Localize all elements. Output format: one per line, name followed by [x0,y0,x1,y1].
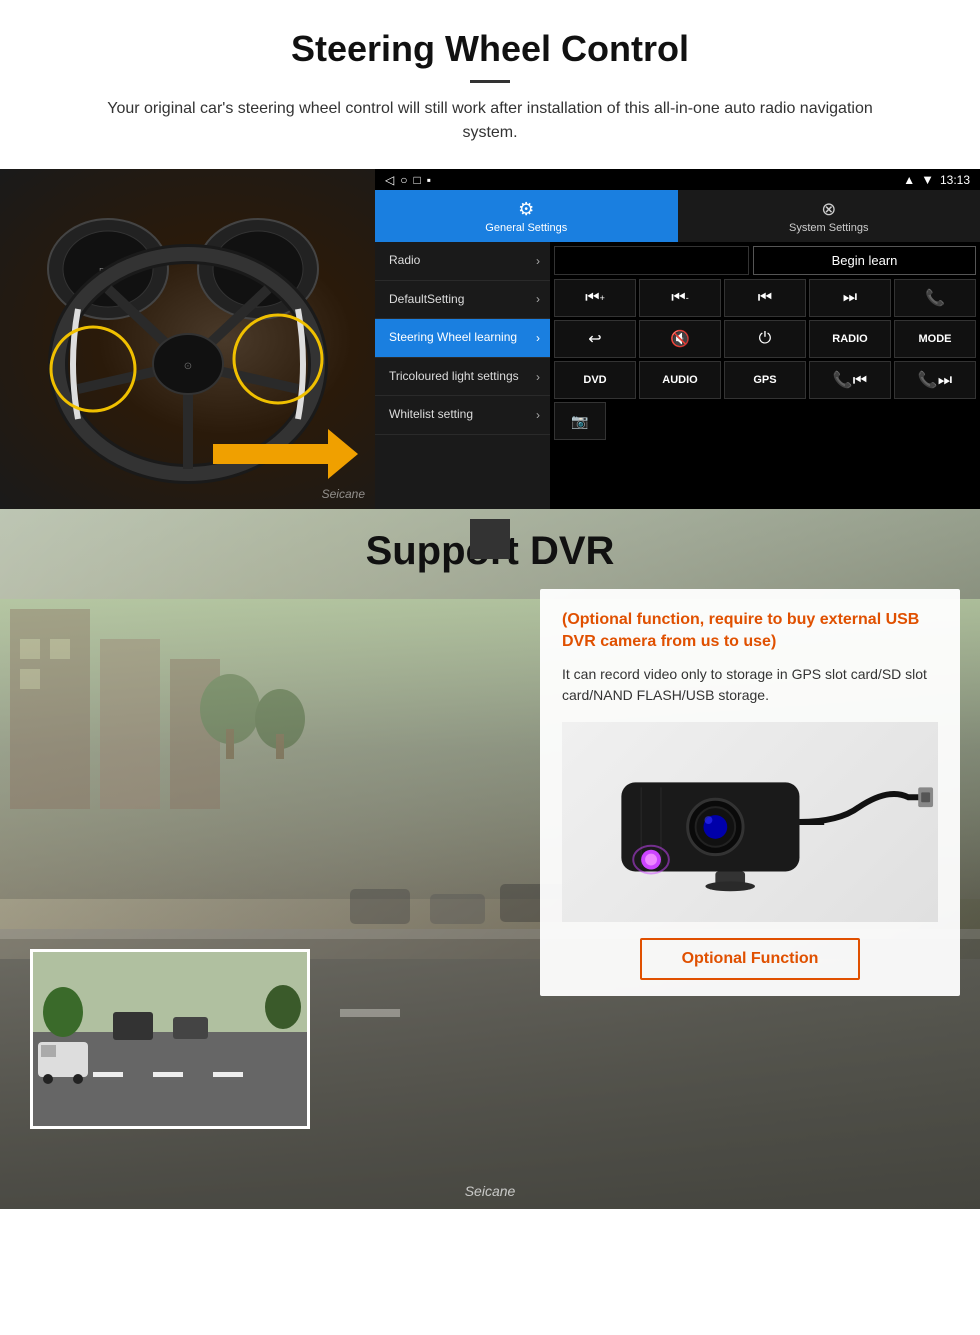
begin-learn-row: Begin learn [554,246,976,275]
radio-btn[interactable]: RADIO [809,320,891,358]
dvr-card-text: It can record video only to storage in G… [562,664,938,706]
status-time: 13:13 [940,173,970,187]
mode-btn[interactable]: MODE [894,320,976,358]
wifi-status-icon: ▼ [921,172,934,187]
control-grid-row1: ⏮+ ⏮- ⏮ ⏭ 📞 [554,279,976,317]
menu-item-tricoloured[interactable]: Tricoloured light settings › [375,358,550,397]
menu-item-whitelist[interactable]: Whitelist setting › [375,396,550,435]
section1-divider [470,80,510,83]
dvr-preview-inner [33,952,307,1126]
steering-wheel-image: RPM KM/H [0,169,375,509]
menu-item-radio[interactable]: Radio › [375,242,550,281]
begin-learn-button[interactable]: Begin learn [753,246,976,275]
system-icon: ⊗ [821,199,836,220]
prev-btn[interactable]: ⏮ [724,279,806,317]
camera-icon-btn[interactable]: 📷 [554,402,606,440]
dvr-section-header: Support DVR [0,509,980,594]
back-call-btn[interactable]: ↩ [554,320,636,358]
audio-btn[interactable]: AUDIO [639,361,721,399]
menu-list: Radio › DefaultSetting › Steering Wheel … [375,242,550,509]
chevron-right-icon-default: › [536,292,540,306]
tab-system-settings[interactable]: ⊗ System Settings [678,190,980,242]
nav-extra-icon: ▪ [427,173,431,187]
blank-cell [554,246,749,275]
optional-function-button[interactable]: Optional Function [640,938,861,980]
dvr-background: Support DVR [0,509,980,1209]
phone-next-btn[interactable]: 📞⏭ [894,361,976,399]
menu-steering-label: Steering Wheel learning [389,330,517,346]
dvr-preview-scene [33,952,310,1129]
tab-system-label: System Settings [789,222,868,234]
android-panel: ◁ ○ □ ▪ ▲ ▼ 13:13 ⚙ General Settings ⊗ S… [375,169,980,509]
menu-item-default[interactable]: DefaultSetting › [375,281,550,320]
gear-icon: ⚙ [518,199,534,220]
nav-back-icon: ◁ [385,173,394,187]
phone-btn[interactable]: 📞 [894,279,976,317]
chevron-right-icon-radio: › [536,254,540,268]
menu-default-label: DefaultSetting [389,292,464,308]
tab-general-label: General Settings [485,222,567,234]
menu-item-steering[interactable]: Steering Wheel learning › [375,319,550,358]
seicane-watermark-dvr: Seicane [465,1183,516,1199]
section1-description: Your original car's steering wheel contr… [80,97,900,145]
tab-general-settings[interactable]: ⚙ General Settings [375,190,678,242]
section1-title: Steering Wheel Control [40,28,940,70]
control-grid-row2: ↩ 🔇 ⏻ RADIO MODE [554,320,976,358]
android-tabs: ⚙ General Settings ⊗ System Settings [375,190,980,242]
android-body: Radio › DefaultSetting › Steering Wheel … [375,242,980,509]
mute-btn[interactable]: 🔇 [639,320,721,358]
android-statusbar: ◁ ○ □ ▪ ▲ ▼ 13:13 [375,169,980,190]
dvr-card-title: (Optional function, require to buy exter… [562,609,938,654]
chevron-right-icon-tricoloured: › [536,370,540,384]
steering-container: RPM KM/H [0,169,980,509]
nav-recent-icon: □ [413,173,420,187]
menu-tricoloured-label: Tricoloured light settings [389,369,519,385]
section1-header: Steering Wheel Control Your original car… [0,0,980,155]
chevron-right-icon-steering: › [536,331,540,345]
dvr-camera-illustration [562,722,938,922]
svg-text:⊙: ⊙ [183,361,191,372]
signal-icon: ▲ [903,173,915,187]
vol-up-btn[interactable]: ⏮+ [554,279,636,317]
control-grid-row3: DVD AUDIO GPS 📞⏮ 📞⏭ [554,361,976,399]
power-btn[interactable]: ⏻ [724,320,806,358]
vol-down-btn[interactable]: ⏮- [639,279,721,317]
nav-home-icon: ○ [400,173,407,187]
seicane-sw-watermark: Seicane [322,487,365,501]
dvr-camera-preview [30,949,310,1129]
chevron-right-icon-whitelist: › [536,408,540,422]
menu-radio-label: Radio [389,253,420,269]
phone-prev-btn[interactable]: 📞⏮ [809,361,891,399]
dvd-btn[interactable]: DVD [554,361,636,399]
dvr-info-card: (Optional function, require to buy exter… [540,589,960,996]
dvr-camera-svg [562,727,938,917]
dvr-divider [470,519,510,559]
controls-panel: Begin learn ⏮+ ⏮- ⏮ ⏭ 📞 ↩ 🔇 ⏻ [550,242,980,509]
next-btn[interactable]: ⏭ [809,279,891,317]
menu-whitelist-label: Whitelist setting [389,407,473,423]
gps-btn[interactable]: GPS [724,361,806,399]
dvr-section: Support DVR [0,509,980,1209]
steering-section: Steering Wheel Control Your original car… [0,0,980,509]
steering-wheel-svg: RPM KM/H [18,189,358,489]
bottom-icon-row: 📷 [554,402,976,440]
